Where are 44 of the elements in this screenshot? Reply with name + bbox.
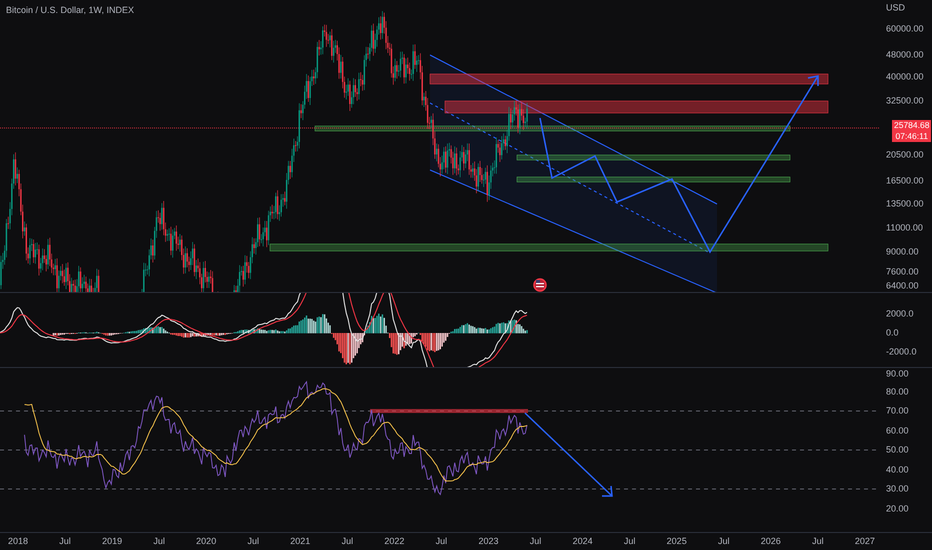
time-axis-label: Jul <box>530 537 542 546</box>
time-axis-label: 2024 <box>572 537 593 546</box>
time-axis-label: Jul <box>718 537 730 546</box>
price-axis-label: 11000.00 <box>886 224 923 233</box>
rsi-axis-label: 80.00 <box>886 387 909 396</box>
rsi-axis-label: 20.00 <box>886 504 909 513</box>
time-axis-label: 2022 <box>384 537 404 546</box>
price-axis-label: 48000.00 <box>886 50 924 60</box>
time-axis-label: Jul <box>436 537 448 546</box>
time-axis-label: 2026 <box>760 537 781 546</box>
rsi-axis-label: 70.00 <box>886 406 909 416</box>
time-axis-label: 2020 <box>196 537 216 546</box>
chart-title: Bitcoin / U.S. Dollar, 1W, INDEX <box>6 4 134 17</box>
price-axis-label: 32500.00 <box>886 96 924 106</box>
time-axis-label: 2027 <box>854 537 875 546</box>
price-axis-label: 7600.00 <box>886 267 919 276</box>
time-axis-label: Jul <box>342 537 354 546</box>
time-axis-label: 2023 <box>478 537 499 546</box>
rsi-axis-label: 60.00 <box>886 426 909 435</box>
time-axis-label: 2021 <box>290 537 310 546</box>
price-axis-label: 60000.00 <box>886 24 924 34</box>
time-axis-label: Jul <box>248 537 259 546</box>
macd-axis-label: 2000.0 <box>886 310 914 318</box>
price-axis-label: 13500.00 <box>886 200 924 209</box>
price-axis-label: 16500.00 <box>886 176 924 186</box>
time-axis-label: Jul <box>812 537 824 546</box>
time-axis-label: Jul <box>624 537 636 546</box>
time-axis-label: 2025 <box>666 537 687 546</box>
macd-axis-label: -2000.0 <box>886 348 917 356</box>
price-axis-label: 6400.00 <box>886 282 919 290</box>
time-axis-label: Jul <box>153 537 165 546</box>
time-axis-label: 2018 <box>8 537 28 546</box>
time-axis-label: 2019 <box>102 537 122 546</box>
macd-axis-label: 0.0 <box>886 328 899 338</box>
last-price-badge: 25784.68 07:46:11 <box>892 120 932 142</box>
price-axis-label: 20500.00 <box>886 150 924 160</box>
rsi-axis-label: 40.00 <box>886 465 909 474</box>
rsi-axis-label: 50.00 <box>886 446 909 454</box>
rsi-axis-label: 90.00 <box>886 370 909 378</box>
time-axis-label: Jul <box>59 537 71 546</box>
rsi-axis-label: 30.00 <box>886 484 909 494</box>
axis-unit: USD <box>886 4 906 12</box>
price-axis-label: 9000.00 <box>886 247 919 256</box>
price-axis-label: 40000.00 <box>886 72 924 82</box>
